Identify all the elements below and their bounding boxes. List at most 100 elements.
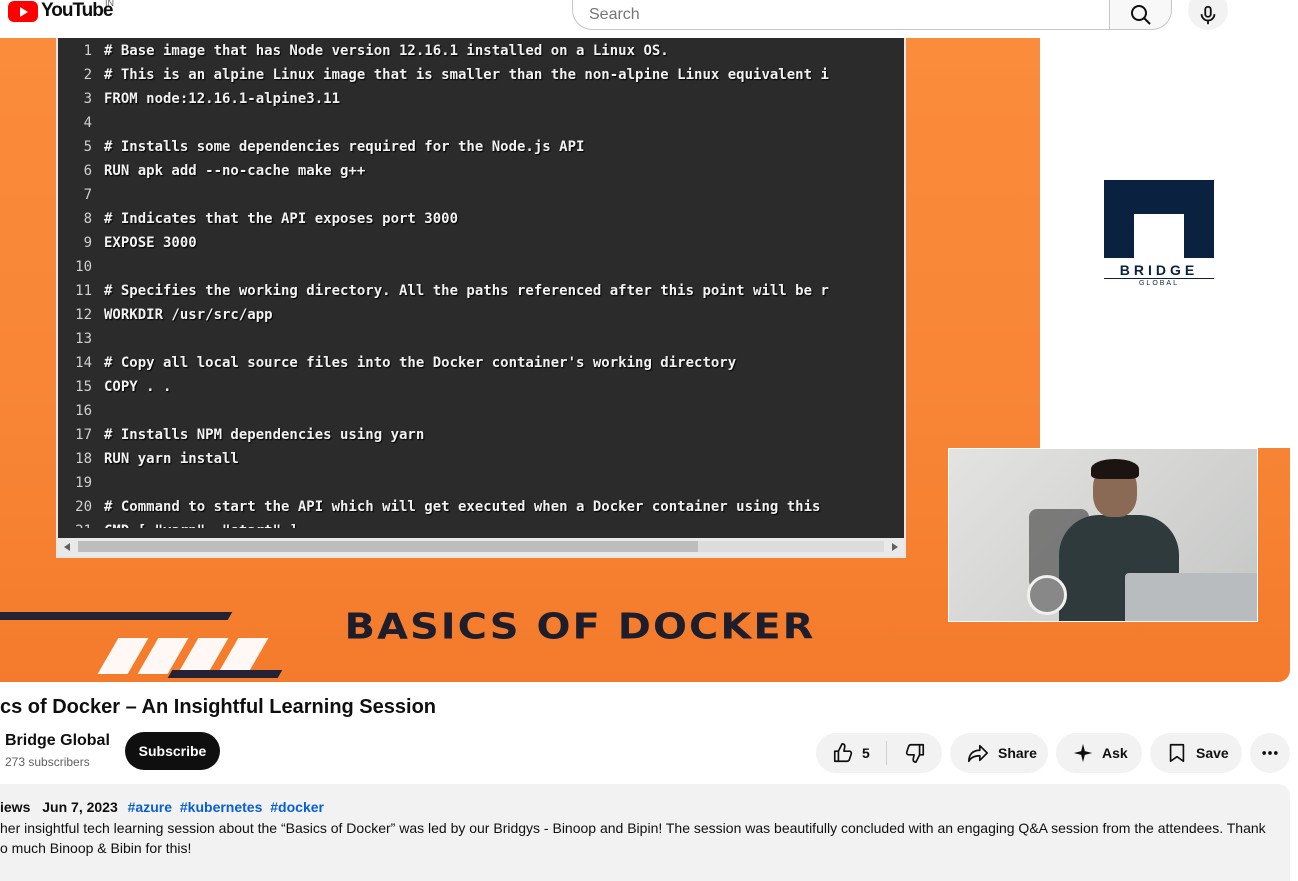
code-line: 14 # Copy all local source files into the… xyxy=(58,351,904,375)
code-text: # Installs NPM dependencies using yarn xyxy=(104,427,425,443)
sparkle-icon xyxy=(1073,743,1093,763)
code-line: 17 # Installs NPM dependencies using yarn xyxy=(58,423,904,447)
brand-word: BRIDGE xyxy=(1119,262,1199,278)
share-button[interactable]: Share xyxy=(950,733,1048,773)
more-actions-button[interactable] xyxy=(1250,733,1290,773)
ask-label: Ask xyxy=(1102,745,1128,761)
share-icon xyxy=(968,744,988,763)
code-editor-screen: 1 # Base image that has Node version 12.1… xyxy=(56,38,906,558)
line-number: 12 xyxy=(75,307,92,323)
like-dislike-group: 5 xyxy=(816,733,942,773)
bridge-global-logo: BRIDGE GLOBAL xyxy=(1104,180,1214,290)
code-text: # Indicates that the API exposes port 30… xyxy=(104,211,459,227)
line-number: 19 xyxy=(75,475,92,491)
code-line: 9 EXPOSE 3000 xyxy=(58,231,904,255)
code-line: 10 xyxy=(58,255,904,279)
line-number: 15 xyxy=(75,379,92,395)
code-text: COPY . . xyxy=(104,379,172,395)
view-count: iews xyxy=(0,799,31,815)
line-number: 7 xyxy=(83,187,92,203)
code-text: # Base image that has Node version 12.16… xyxy=(104,43,669,59)
code-line: 18 RUN yarn install xyxy=(58,447,904,471)
line-number: 18 xyxy=(75,451,92,467)
description-meta: iews Jun 7, 2023 #azure #kubernetes #doc… xyxy=(0,799,328,815)
thumbs-up-icon xyxy=(833,743,853,763)
youtube-logo[interactable]: YouTube xyxy=(8,0,113,22)
code-line: 16 xyxy=(58,399,904,423)
hashtag-link[interactable]: #kubernetes xyxy=(180,799,262,815)
code-line: 13 xyxy=(58,327,904,351)
code-text: # Installs some dependencies required fo… xyxy=(104,139,585,155)
more-horizontal-icon xyxy=(1262,751,1278,755)
scroll-left-icon xyxy=(64,543,70,551)
code-text: CMD [ "yarn", "start" ] xyxy=(104,519,298,528)
subscribe-button[interactable]: Subscribe xyxy=(125,732,220,770)
top-header: YouTube IN xyxy=(0,0,1298,38)
code-text: # Specifies the working directory. All t… xyxy=(104,283,829,299)
line-number: 6 xyxy=(83,163,92,179)
code-text: # Copy all local source files into the D… xyxy=(104,355,737,371)
search-icon xyxy=(1130,5,1151,25)
thumbs-down-icon xyxy=(905,743,924,763)
code-line: 8 # Indicates that the API exposes port 3… xyxy=(58,207,904,231)
code-line: 4 xyxy=(58,111,904,135)
hashtag-link[interactable]: #azure xyxy=(128,799,172,815)
line-number: 21 xyxy=(62,519,92,528)
video-title: cs of Docker – An Insightful Learning Se… xyxy=(0,696,437,718)
dislike-button[interactable] xyxy=(887,733,942,773)
code-line: 11 # Specifies the working directory. All… xyxy=(58,279,904,303)
code-text: FROM node:12.16.1-alpine3.11 xyxy=(104,91,341,107)
subscriber-count: 273 subscribers xyxy=(5,755,90,769)
code-lines: 1 # Base image that has Node version 12.1… xyxy=(58,38,904,528)
search-input[interactable] xyxy=(572,0,1109,30)
line-number: 4 xyxy=(83,115,92,131)
line-number: 20 xyxy=(75,499,92,515)
search-bar xyxy=(572,0,1172,30)
code-line: 6 RUN apk add --no-cache make g++ xyxy=(58,159,904,183)
code-line: 20 # Command to start the API which will … xyxy=(58,495,904,519)
like-count: 5 xyxy=(862,745,870,761)
like-button[interactable]: 5 xyxy=(816,733,886,773)
microphone-icon xyxy=(1200,5,1216,25)
line-number: 14 xyxy=(75,355,92,371)
brand-sub: GLOBAL xyxy=(1104,278,1214,287)
hashtag-link[interactable]: #docker xyxy=(270,799,324,815)
line-number: 2 xyxy=(83,67,92,83)
code-line: 3 FROM node:12.16.1-alpine3.11 xyxy=(58,87,904,111)
code-line: 21 CMD [ "yarn", "start" ] xyxy=(58,519,904,528)
line-number: 5 xyxy=(83,139,92,155)
line-number: 8 xyxy=(83,211,92,227)
line-number: 1 xyxy=(83,43,92,59)
line-number: 3 xyxy=(83,91,92,107)
code-line: 19 xyxy=(58,471,904,495)
logo-text: YouTube xyxy=(41,0,113,21)
code-line: 2 # This is an alpine Linux image that is… xyxy=(58,63,904,87)
upload-date: Jun 7, 2023 xyxy=(42,799,118,815)
line-number: 13 xyxy=(75,331,92,347)
code-text: WORKDIR /usr/src/app xyxy=(104,307,273,323)
code-text: RUN apk add --no-cache make g++ xyxy=(104,163,366,179)
scroll-right-icon xyxy=(892,543,898,551)
region-code: IN xyxy=(105,0,114,8)
video-player[interactable]: 1 # Base image that has Node version 12.1… xyxy=(0,38,1290,682)
save-button[interactable]: Save xyxy=(1150,733,1242,773)
code-line: 12 WORKDIR /usr/src/app xyxy=(58,303,904,327)
code-text: EXPOSE 3000 xyxy=(104,235,197,251)
code-text: # This is an alpine Linux image that is … xyxy=(104,67,829,83)
scroll-thumb xyxy=(78,541,698,552)
voice-search-button[interactable] xyxy=(1188,0,1228,30)
code-line: 1 # Base image that has Node version 12.1… xyxy=(58,39,904,63)
line-number: 17 xyxy=(75,427,92,443)
horizontal-scrollbar xyxy=(58,538,904,556)
ask-button[interactable]: Ask xyxy=(1056,733,1142,773)
line-number: 16 xyxy=(75,403,92,419)
code-line: 15 COPY . . xyxy=(58,375,904,399)
code-line: 7 xyxy=(58,183,904,207)
banner-title: BASICS OF DOCKER xyxy=(344,606,816,648)
description-text: her insightful tech learning session abo… xyxy=(0,820,1266,856)
search-button[interactable] xyxy=(1109,0,1172,30)
line-number: 11 xyxy=(75,283,92,299)
share-label: Share xyxy=(998,745,1037,761)
presenter-webcam xyxy=(948,448,1258,622)
channel-name[interactable]: Bridge Global xyxy=(5,732,110,750)
